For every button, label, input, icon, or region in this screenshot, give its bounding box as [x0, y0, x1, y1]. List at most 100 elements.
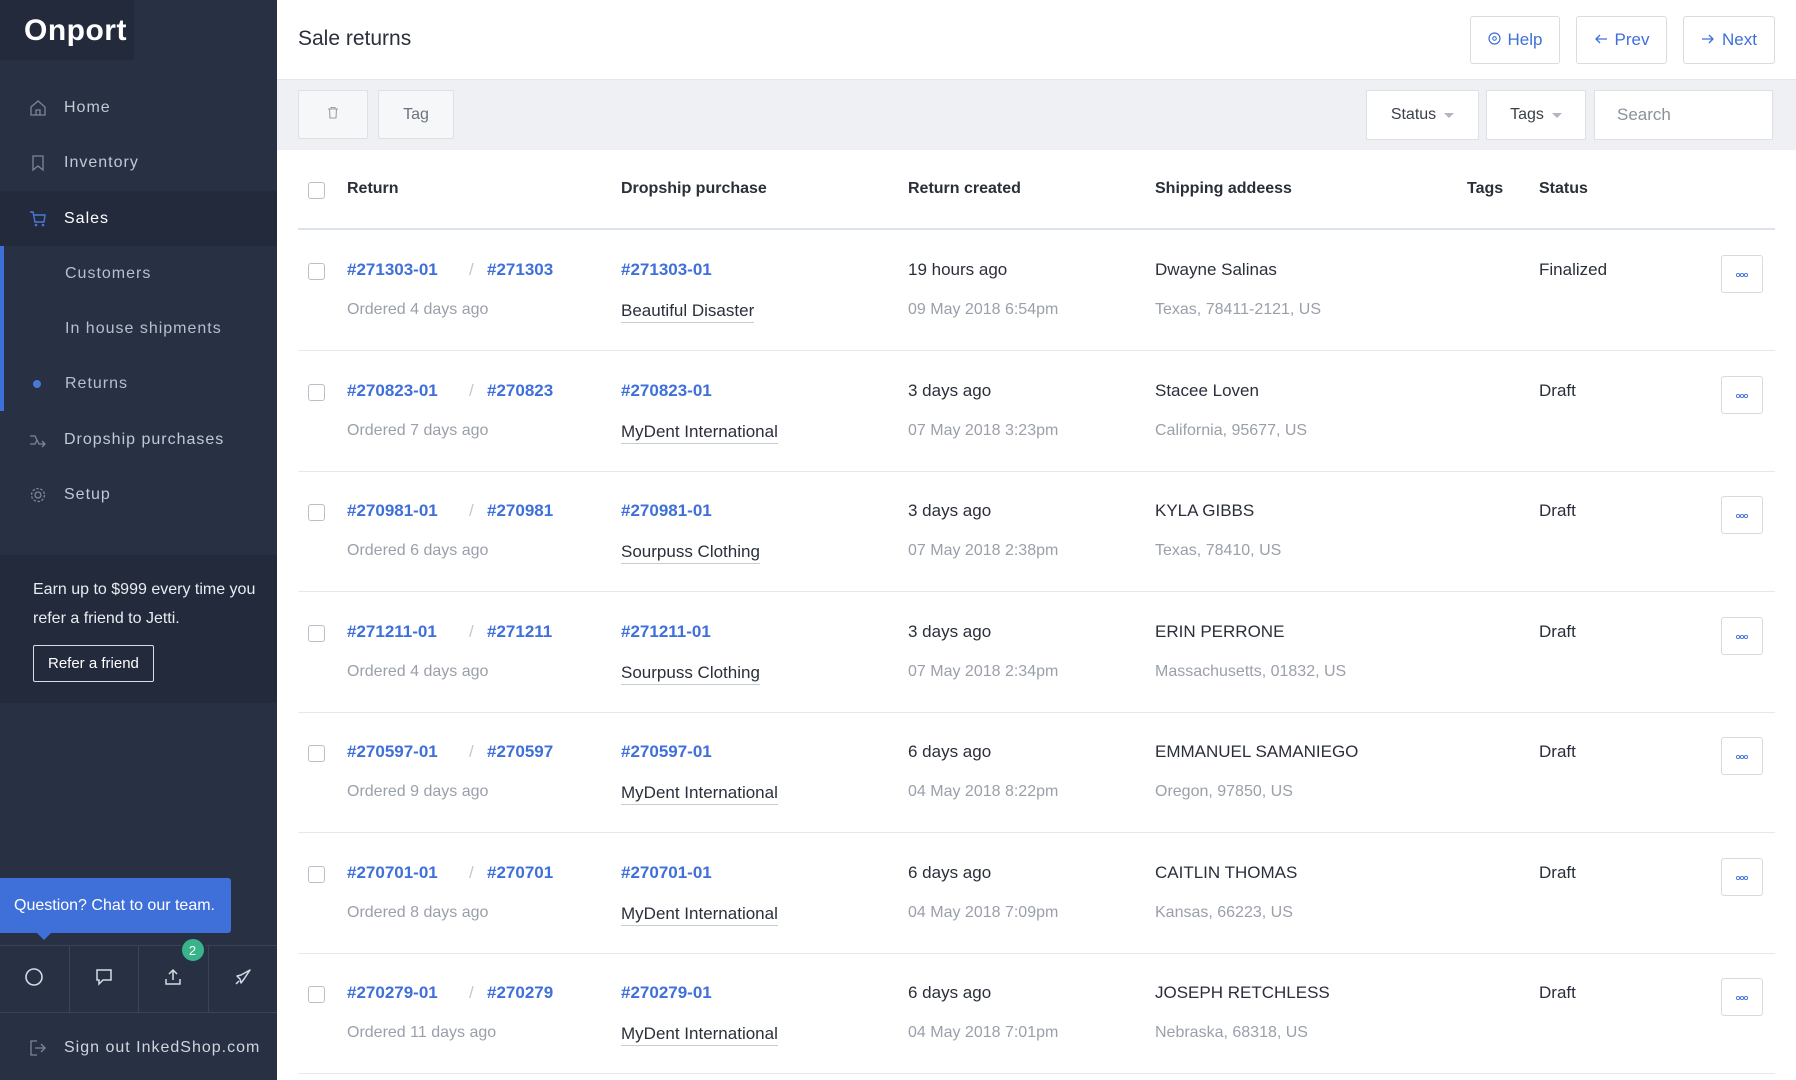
return-id-link[interactable]: #270823-01	[347, 381, 438, 401]
upload-button[interactable]: 2	[139, 937, 209, 1012]
row-actions-button[interactable]	[1721, 496, 1763, 534]
order-id-link[interactable]: #270701	[487, 863, 553, 883]
row-checkbox[interactable]	[308, 986, 325, 1003]
prev-button[interactable]: Prev	[1576, 16, 1667, 64]
row-checkbox[interactable]	[308, 865, 325, 883]
return-created-date: 04 May 2018 8:22pm	[908, 783, 1059, 800]
row-checkbox[interactable]	[308, 504, 325, 521]
vendor-link[interactable]: MyDent International	[621, 904, 778, 926]
vendor-link[interactable]: MyDent International	[621, 422, 778, 444]
table-row[interactable]: #271303-01 / #271303 Ordered 4 days ago #271…	[298, 230, 1775, 351]
return-id-link[interactable]: #271211-01	[347, 622, 437, 642]
dropship-id-link[interactable]: #270823-01	[621, 381, 712, 401]
status-button[interactable]	[0, 946, 70, 1012]
order-id-link[interactable]: #270981	[487, 501, 553, 521]
column-header-created[interactable]: Return created	[908, 180, 1021, 198]
promo-text: Earn up to $999 every time you refer a f…	[33, 581, 256, 627]
next-button[interactable]: Next	[1683, 16, 1775, 64]
tag-button[interactable]: Tag	[378, 90, 454, 139]
return-created-date: 07 May 2018 2:38pm	[908, 542, 1059, 559]
chat-prompt[interactable]: Question? Chat to our team.	[0, 878, 231, 933]
sidebar-item-sales[interactable]: Sales	[0, 191, 277, 246]
return-created-relative: 3 days ago	[908, 501, 992, 520]
status-filter[interactable]: Status	[1366, 90, 1479, 140]
arrow-left-icon	[1594, 30, 1608, 50]
order-id-link[interactable]: #270279	[487, 983, 553, 1003]
next-label: Next	[1722, 30, 1757, 49]
tags-filter-label: Tags	[1510, 106, 1544, 123]
delete-button[interactable]	[298, 90, 368, 139]
row-checkbox[interactable]	[308, 624, 325, 642]
row-actions-button[interactable]	[1721, 375, 1763, 414]
order-id-link[interactable]: #271303	[487, 260, 553, 280]
vendor-link[interactable]: Sourpuss Clothing	[621, 542, 760, 564]
table-row[interactable]: #270279-01 / #270279 Ordered 11 days ago #27…	[298, 953, 1775, 1074]
column-header-status[interactable]: Status	[1539, 180, 1588, 198]
status-label: Draft	[1539, 501, 1576, 520]
more-icon	[1735, 265, 1749, 283]
sign-out-button[interactable]: Sign out InkedShop.com	[0, 1020, 277, 1075]
order-id-link[interactable]: #270823	[487, 381, 553, 401]
return-created-relative: 6 days ago	[908, 862, 992, 882]
row-actions-button[interactable]	[1721, 857, 1763, 896]
sidebar-item-label: In house shipments	[65, 319, 222, 337]
return-created-relative: 6 days ago	[908, 742, 992, 761]
table-row[interactable]: #270823-01 / #270823 Ordered 7 days ago #270…	[298, 351, 1775, 472]
row-checkbox[interactable]	[308, 263, 325, 280]
return-id-link[interactable]: #270701-01	[347, 863, 438, 883]
column-header-tags[interactable]: Tags	[1467, 180, 1503, 198]
dropship-id-link[interactable]: #271303-01	[621, 260, 712, 280]
search-input[interactable]	[1594, 90, 1773, 140]
vendor-link[interactable]: Sourpuss Clothing	[621, 663, 760, 685]
row-checkbox[interactable]	[308, 383, 325, 401]
id-separator: /	[469, 260, 474, 279]
sidebar-item-setup[interactable]: Setup	[0, 467, 277, 522]
column-header-address[interactable]: Shipping addeess	[1155, 180, 1292, 198]
row-actions-button[interactable]	[1721, 616, 1763, 655]
return-id-link[interactable]: #271303-01	[347, 260, 438, 280]
messages-button[interactable]	[70, 946, 139, 1012]
vendor-link[interactable]: MyDent International	[621, 1024, 778, 1046]
launch-button[interactable]	[209, 946, 278, 1012]
table-row[interactable]: #270701-01 / #270701 Ordered 8 days ago #270…	[298, 833, 1775, 954]
sidebar-item-label: Home	[64, 98, 111, 116]
row-actions-button[interactable]	[1721, 737, 1763, 775]
return-id-link[interactable]: #270981-01	[347, 501, 438, 521]
return-id-link[interactable]: #270597-01	[347, 742, 438, 762]
refer-friend-button[interactable]: Refer a friend	[33, 645, 154, 682]
dropship-id-link[interactable]: #270981-01	[621, 501, 712, 521]
order-id-link[interactable]: #270597	[487, 742, 553, 762]
row-actions-button[interactable]	[1721, 978, 1763, 1016]
more-icon	[1735, 868, 1749, 886]
dropship-id-link[interactable]: #271211-01	[621, 622, 711, 642]
sidebar-item-dropship-purchases[interactable]: Dropship purchases	[0, 412, 277, 467]
dropship-id-link[interactable]: #270597-01	[621, 742, 712, 762]
customer-name: KYLA GIBBS	[1155, 501, 1255, 520]
column-header-return[interactable]: Return	[347, 180, 399, 198]
help-button[interactable]: Help	[1470, 16, 1560, 64]
sidebar-item-returns[interactable]: Returns	[0, 356, 277, 411]
column-header-dropship[interactable]: Dropship purchase	[621, 180, 767, 198]
tags-filter[interactable]: Tags	[1486, 90, 1586, 140]
table-row[interactable]: #271211-01 / #271211 Ordered 4 days ago #271…	[298, 592, 1775, 713]
sidebar-item-in-house-shipments[interactable]: In house shipments	[0, 301, 277, 356]
dropship-id-link[interactable]: #270701-01	[621, 863, 712, 883]
table-row[interactable]: #270981-01 / #270981 Ordered 6 days ago #270…	[298, 471, 1775, 592]
sidebar-item-home[interactable]: Home	[0, 80, 277, 135]
vendor-link[interactable]: MyDent International	[621, 783, 778, 805]
sidebar-item-inventory[interactable]: Inventory	[0, 135, 277, 190]
dropship-id-link[interactable]: #270279-01	[621, 983, 712, 1003]
customer-name: ERIN PERRONE	[1155, 621, 1285, 641]
row-checkbox[interactable]	[308, 745, 325, 762]
table-row[interactable]: #270597-01 / #270597 Ordered 9 days ago #270…	[298, 712, 1775, 833]
more-icon	[1735, 988, 1749, 1006]
sidebar-item-label: Inventory	[64, 153, 139, 171]
select-all-checkbox[interactable]	[308, 182, 325, 199]
vendor-link[interactable]: Beautiful Disaster	[621, 301, 755, 323]
order-id-link[interactable]: #271211	[487, 622, 552, 642]
row-actions-button[interactable]	[1721, 255, 1763, 293]
ordered-ago: Ordered 6 days ago	[347, 542, 489, 559]
brand-logo[interactable]: Onport	[0, 0, 134, 60]
return-id-link[interactable]: #270279-01	[347, 983, 438, 1003]
sidebar-item-customers[interactable]: Customers	[0, 246, 277, 301]
